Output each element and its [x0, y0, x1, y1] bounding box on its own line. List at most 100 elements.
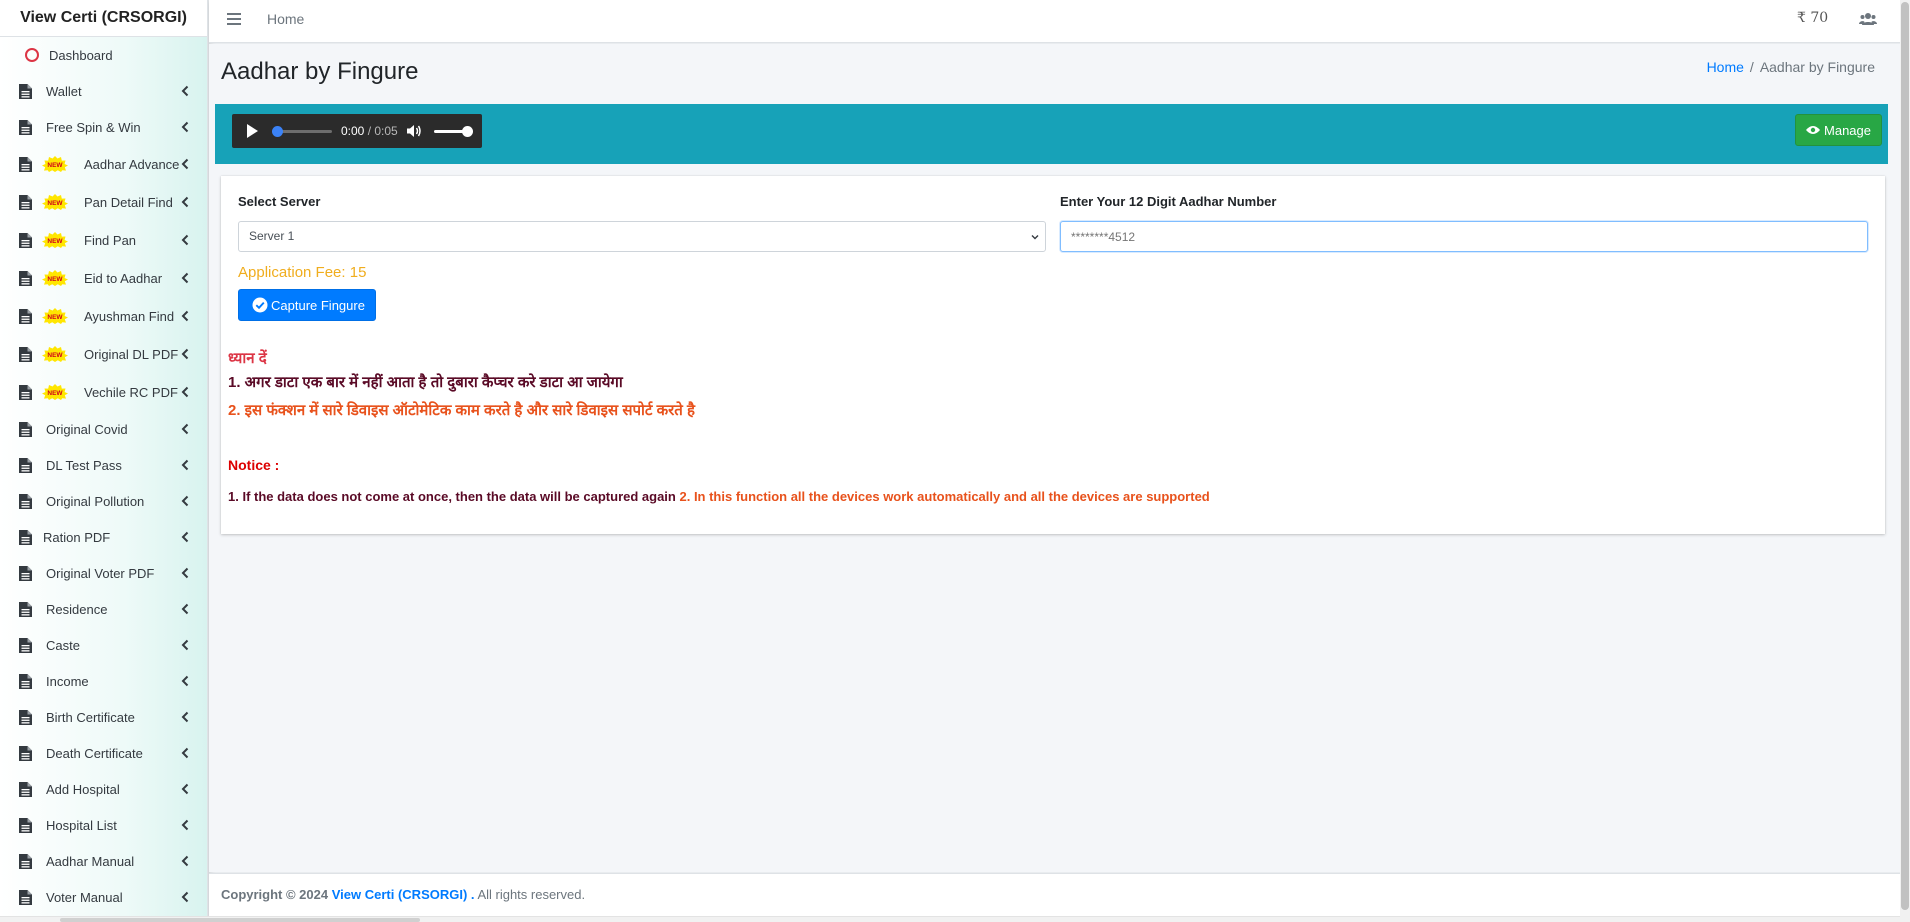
- audio-time: 0:00 / 0:05: [341, 124, 398, 138]
- file-icon: [19, 637, 32, 653]
- file-icon: [19, 745, 32, 761]
- capture-fingure-button[interactable]: Capture Fingure: [238, 289, 376, 321]
- brand-title[interactable]: View Certi (CRSORGI): [0, 0, 207, 37]
- svg-text:NEW: NEW: [47, 238, 63, 245]
- chevron-left-icon: [181, 819, 189, 831]
- manage-button-label: Manage: [1824, 122, 1871, 138]
- file-icon: [19, 889, 32, 905]
- breadcrumb-home[interactable]: Home: [1707, 59, 1744, 75]
- svg-text:NEW: NEW: [47, 162, 63, 169]
- chevron-left-icon: [181, 459, 189, 471]
- sidebar-item-original-dl-pdf[interactable]: NEW Original DL PDF: [0, 335, 207, 373]
- file-icon: [19, 817, 32, 833]
- aadhar-input[interactable]: [1060, 221, 1868, 252]
- vertical-scrollbar[interactable]: [1900, 0, 1910, 922]
- hindi-notice-line-1: 1. अगर डाटा एक बार में नहीं आता है तो दु…: [228, 374, 623, 391]
- file-icon: [19, 83, 32, 99]
- breadcrumb-separator: /: [1749, 59, 1754, 75]
- file-icon: [19, 232, 32, 248]
- chevron-left-icon: [181, 783, 189, 795]
- sidebar-item-income[interactable]: Income: [0, 663, 207, 699]
- chevron-left-icon: [181, 423, 189, 435]
- server-select-value: Server 1: [249, 229, 295, 243]
- footer-rights: All rights reserved.: [477, 887, 586, 902]
- manage-button[interactable]: Manage: [1795, 114, 1882, 146]
- chevron-left-icon: [181, 639, 189, 651]
- chevron-left-icon: [181, 567, 189, 579]
- svg-text:NEW: NEW: [47, 276, 63, 283]
- sidebar-item-ration-pdf[interactable]: Ration PDF: [0, 519, 207, 555]
- chevron-left-icon: [181, 531, 189, 543]
- new-badge-icon: NEW: [42, 308, 68, 324]
- aadhar-label: Enter Your 12 Digit Aadhar Number: [1060, 194, 1277, 209]
- sidebar-item-add-hospital[interactable]: Add Hospital: [0, 771, 207, 807]
- sidebar-item-birth-certificate[interactable]: Birth Certificate: [0, 699, 207, 735]
- file-icon: [19, 601, 32, 617]
- sidebar-item-vechile-rc-pdf[interactable]: NEW Vechile RC PDF: [0, 373, 207, 411]
- eye-icon: [1806, 126, 1821, 134]
- sidebar-item-free-spin-win[interactable]: Free Spin & Win: [0, 109, 207, 145]
- file-icon: [19, 673, 32, 689]
- sidebar-item-aadhar-manual[interactable]: Aadhar Manual: [0, 843, 207, 879]
- new-badge-icon: NEW: [42, 270, 68, 286]
- chevron-left-icon: [181, 747, 189, 759]
- top-home-link[interactable]: Home: [267, 11, 304, 27]
- volume-handle[interactable]: [462, 126, 473, 137]
- top-navbar: Home ₹ 70: [209, 0, 1900, 43]
- audio-seek-handle[interactable]: [272, 126, 283, 137]
- file-icon: [19, 119, 32, 135]
- svg-text:NEW: NEW: [47, 352, 63, 359]
- hamburger-menu-icon[interactable]: [227, 13, 241, 25]
- sidebar-item-original-pollution[interactable]: Original Pollution: [0, 483, 207, 519]
- play-icon[interactable]: [246, 124, 258, 138]
- footer-brand-link[interactable]: View Certi (CRSORGI) .: [332, 887, 475, 902]
- chevron-down-icon: [1031, 235, 1039, 240]
- server-select[interactable]: Server 1: [238, 221, 1046, 252]
- file-icon: [19, 565, 32, 581]
- sidebar-item-hospital-list[interactable]: Hospital List: [0, 807, 207, 843]
- sidebar-item-original-covid[interactable]: Original Covid: [0, 411, 207, 447]
- sidebar-item-find-pan[interactable]: NEW Find Pan: [0, 221, 207, 259]
- file-icon: [19, 156, 32, 172]
- file-icon: [19, 457, 32, 473]
- chevron-left-icon: [181, 121, 189, 133]
- new-badge-icon: NEW: [42, 194, 68, 210]
- users-icon[interactable]: [1859, 12, 1877, 26]
- sidebar-item-original-voter-pdf[interactable]: Original Voter PDF: [0, 555, 207, 591]
- new-badge-icon: NEW: [42, 346, 68, 362]
- chevron-left-icon: [181, 196, 189, 208]
- sidebar-item-dashboard[interactable]: Dashboard: [0, 37, 207, 73]
- sidebar-item-pan-detail-find[interactable]: NEW Pan Detail Find: [0, 183, 207, 221]
- file-icon: [19, 853, 32, 869]
- audio-player[interactable]: 0:00 / 0:05: [232, 114, 482, 148]
- notice-line-2: 2. In this function all the devices work…: [679, 489, 1210, 504]
- sidebar-item-ayushman-find[interactable]: NEW Ayushman Find: [0, 297, 207, 335]
- volume-icon[interactable]: [407, 124, 422, 138]
- sidebar-item-caste[interactable]: Caste: [0, 627, 207, 663]
- check-circle-icon: [252, 297, 268, 313]
- sidebar-item-wallet[interactable]: Wallet: [0, 73, 207, 109]
- server-label: Select Server: [238, 194, 321, 209]
- file-icon: [19, 709, 32, 725]
- sidebar-item-residence[interactable]: Residence: [0, 591, 207, 627]
- chevron-left-icon: [181, 386, 189, 398]
- horizontal-scrollbar[interactable]: [0, 916, 1900, 922]
- sidebar-item-eid-to-aadhar[interactable]: NEW Eid to Aadhar: [0, 259, 207, 297]
- footer-copyright: Copyright © 2024: [221, 887, 329, 902]
- wallet-balance[interactable]: ₹ 70: [1797, 10, 1828, 26]
- sidebar-item-voter-manual[interactable]: Voter Manual: [0, 879, 207, 915]
- file-icon: [19, 384, 32, 400]
- sidebar-item-aadhar-advance[interactable]: NEW Aadhar Advance: [0, 145, 207, 183]
- sidebar-nav: Dashboard Wallet Free Spin & Win NEW Aadhar …: [0, 37, 207, 915]
- audio-duration: 0:05: [374, 124, 398, 138]
- chevron-left-icon: [181, 855, 189, 867]
- vertical-scrollbar-thumb[interactable]: [1901, 2, 1909, 910]
- sidebar-item-death-certificate[interactable]: Death Certificate: [0, 735, 207, 771]
- horizontal-scrollbar-thumb[interactable]: [60, 918, 420, 922]
- file-icon: [19, 421, 32, 437]
- circle-icon: [25, 48, 39, 62]
- chevron-left-icon: [181, 158, 189, 170]
- sidebar-item-dl-test-pass[interactable]: DL Test Pass: [0, 447, 207, 483]
- main-content: Aadhar by Fingure Home / Aadhar by Fingure…: [209, 44, 1900, 872]
- chevron-left-icon: [181, 603, 189, 615]
